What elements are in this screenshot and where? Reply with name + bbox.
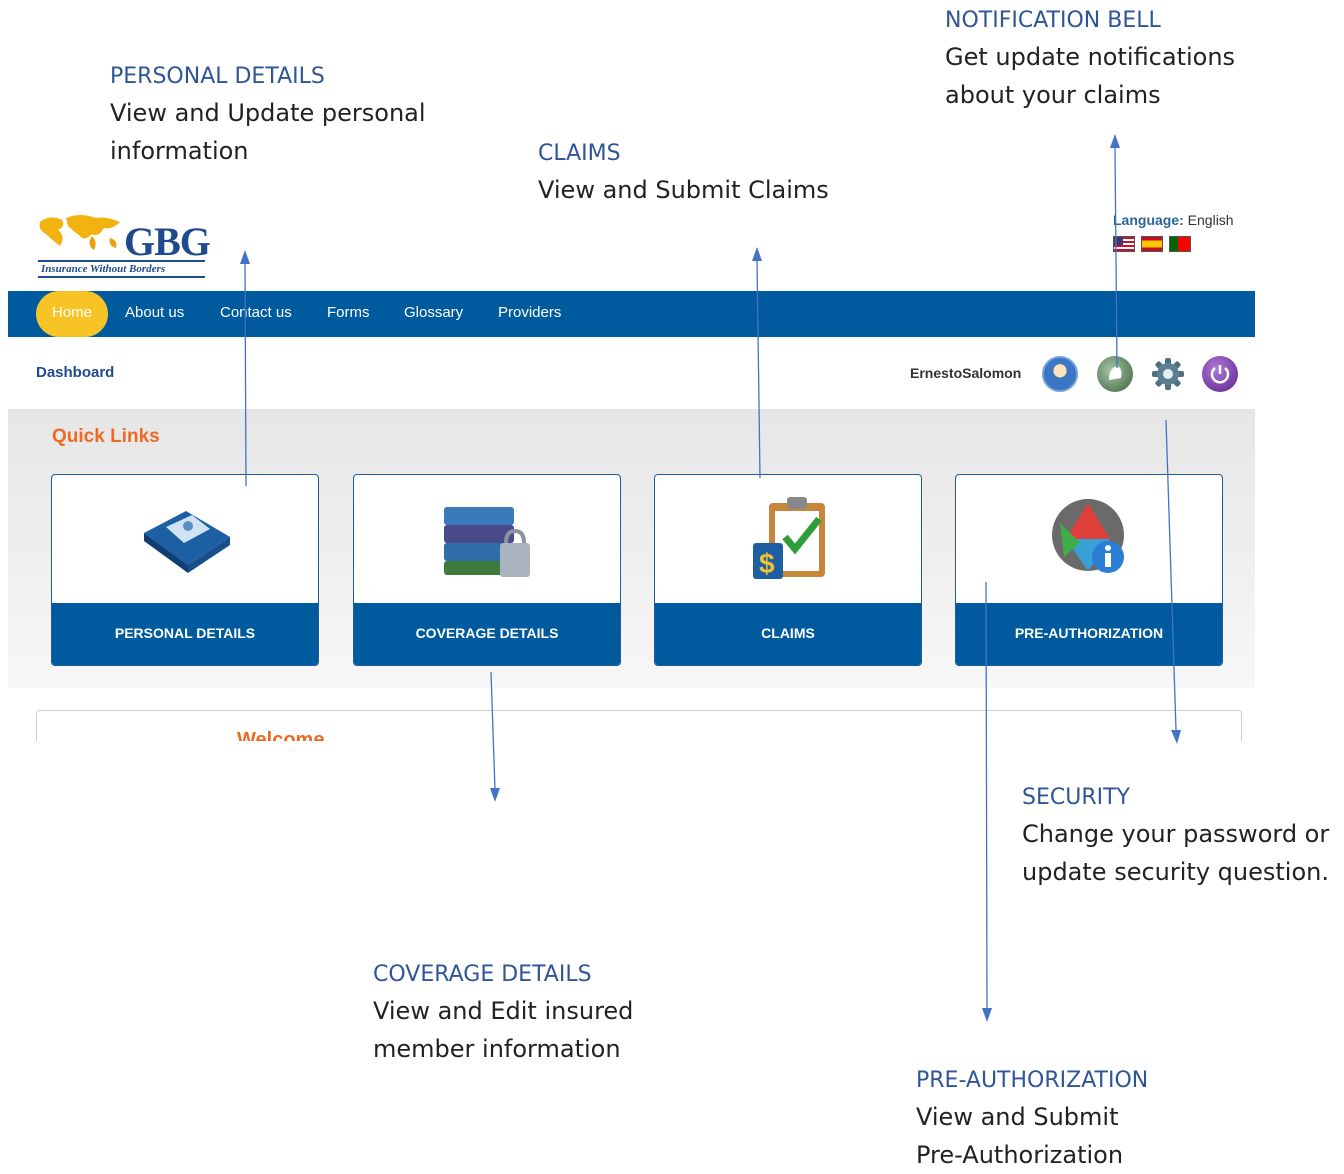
annotation-arrows	[240, 134, 1181, 1022]
